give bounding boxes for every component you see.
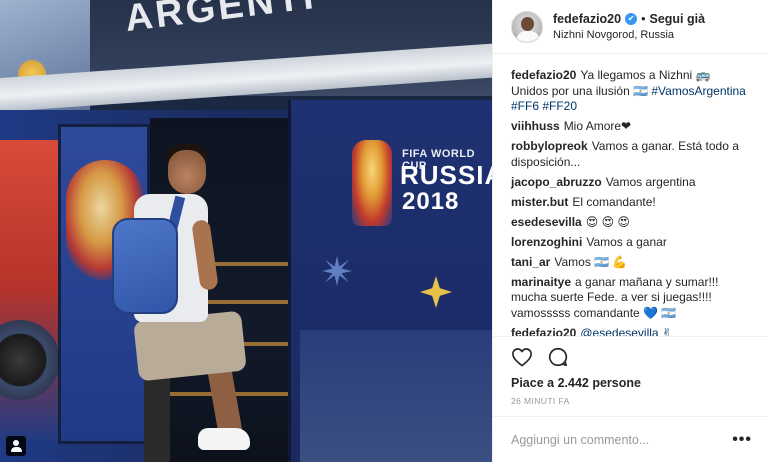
post-photo[interactable]: ARGENTI FIFA WORLD CUP RUSSIA 2018 — [0, 0, 492, 462]
post-timestamp[interactable]: 26 MINUTI FA — [493, 390, 768, 416]
player-shoe — [198, 428, 250, 450]
comment-item: fedefazio20 @esedesevilla ✌ — [511, 326, 752, 337]
player-leg — [144, 370, 170, 462]
comment-username[interactable]: mister.but — [511, 195, 568, 209]
comment-item: tani_ar Vamos 🇦🇷 💪 — [511, 255, 752, 271]
comment-mention[interactable]: @esedesevilla ✌ — [580, 326, 672, 337]
comment-text: Vamos 🇦🇷 💪 — [554, 254, 628, 269]
world-cup-year: 2018 — [402, 188, 460, 215]
door-reflection — [300, 330, 492, 462]
comment-text: Vamos argentina — [605, 174, 696, 189]
comment-text: El comandante! — [572, 194, 656, 209]
comment-username[interactable]: robbylopreok — [511, 139, 588, 153]
separator-dot: • — [641, 12, 646, 26]
comment-username[interactable]: fedefazio20 — [511, 68, 576, 82]
comment-input[interactable] — [511, 432, 733, 447]
caption: fedefazio20 Ya llegamos a Nizhni 🚌 Unidos… — [511, 68, 752, 115]
header-row: fedefazio20 ✔ • Segui già — [553, 12, 705, 26]
comment-text: 😍 😍 😍 — [585, 214, 630, 229]
comments-list: fedefazio20 Ya llegamos a Nizhni 🚌 Unidos… — [493, 54, 768, 336]
comment-item: jacopo_abruzzo Vamos argentina — [511, 175, 752, 191]
add-comment-bar: ••• — [493, 416, 768, 462]
comment-username[interactable]: jacopo_abruzzo — [511, 175, 602, 189]
post-side-panel: fedefazio20 ✔ • Segui già Nizhni Novgoro… — [492, 0, 768, 462]
location-link[interactable]: Nizhni Novgorod, Russia — [553, 29, 705, 41]
more-options-icon[interactable]: ••• — [732, 431, 752, 449]
comment-username[interactable]: lorenzoghini — [511, 235, 582, 249]
comment-text: Mio Amore❤ — [563, 119, 632, 133]
post-actions — [493, 336, 768, 376]
comment-item: mister.but El comandante! — [511, 195, 752, 211]
comment-username[interactable]: esedesevilla — [511, 215, 582, 229]
world-cup-trophy-logo — [352, 140, 392, 226]
comment-item: marinaitye a ganar mañana y sumar!!! much… — [511, 275, 752, 322]
comment-username[interactable]: viihhuss — [511, 119, 560, 133]
player-head — [168, 150, 206, 194]
avatar[interactable] — [511, 10, 543, 43]
author-username[interactable]: fedefazio20 — [553, 12, 621, 26]
world-cup-country: RUSSIA — [400, 160, 492, 190]
comment-username[interactable]: fedefazio20 — [511, 326, 576, 337]
comment-username[interactable]: marinaitye — [511, 275, 571, 289]
likes-count[interactable]: Piace a 2.442 persone — [493, 376, 768, 390]
player-backpack — [112, 218, 178, 314]
comment-item: viihhuss Mio Amore❤ — [511, 119, 752, 135]
comment-item: lorenzoghini Vamos a ganar — [511, 235, 752, 251]
header-text: fedefazio20 ✔ • Segui già Nizhni Novgoro… — [553, 12, 705, 41]
comment-username[interactable]: tani_ar — [511, 255, 550, 269]
comment-item: esedesevilla 😍 😍 😍 — [511, 215, 752, 231]
verified-badge-icon: ✔ — [625, 13, 638, 25]
heart-icon[interactable] — [511, 347, 533, 367]
comment-item: robbylopreok Vamos a ganar. Está todo a d… — [511, 139, 752, 170]
user-tag-icon[interactable] — [6, 436, 26, 456]
comment-text: Vamos a ganar — [586, 234, 667, 249]
instagram-post: ARGENTI FIFA WORLD CUP RUSSIA 2018 — [0, 0, 768, 462]
post-header: fedefazio20 ✔ • Segui già Nizhni Novgoro… — [493, 0, 768, 54]
follow-button[interactable]: Segui già — [649, 12, 705, 26]
comment-icon[interactable] — [547, 346, 569, 368]
